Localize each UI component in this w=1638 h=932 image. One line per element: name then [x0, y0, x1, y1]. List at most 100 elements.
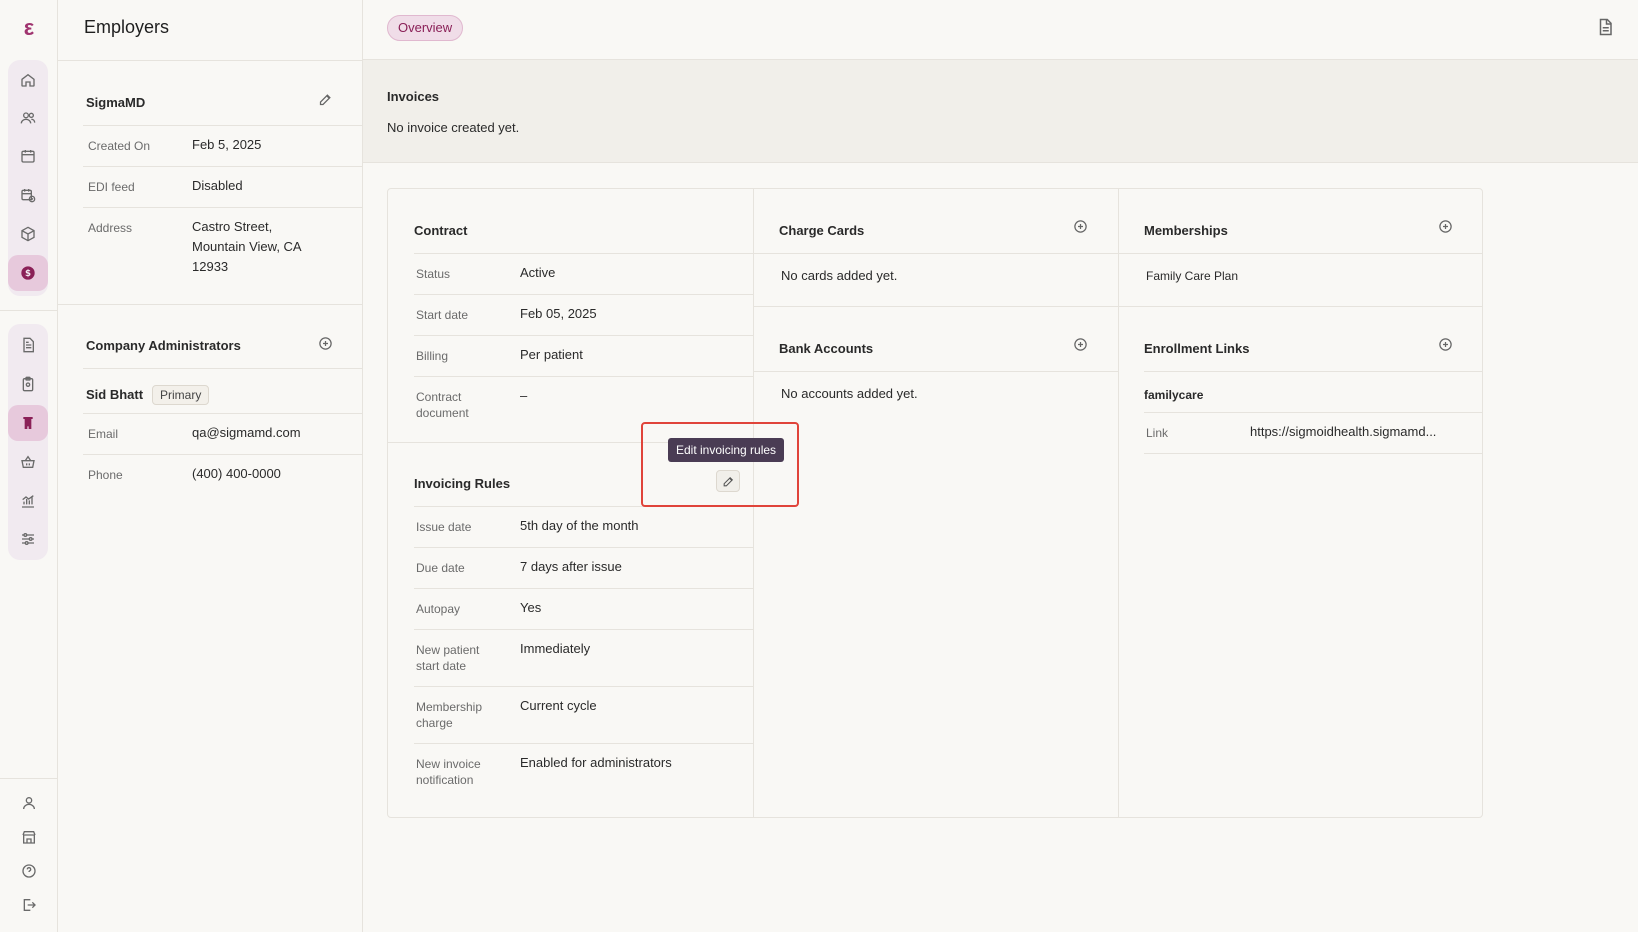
row-divider [1144, 453, 1482, 454]
address-line2: Mountain View, CA [192, 239, 302, 254]
plus-circle-icon [1438, 219, 1452, 233]
enrollment-link-value[interactable]: https://sigmoidhealth.sigmamd... [1250, 422, 1458, 442]
basket-icon[interactable] [8, 444, 48, 480]
row-divider [83, 413, 363, 414]
page-title: Employers [84, 17, 170, 37]
logout-icon[interactable] [9, 887, 49, 923]
billing-label: Billing [416, 349, 449, 363]
created-on-label: Created On [88, 139, 151, 153]
membership-item[interactable]: Family Care Plan [1146, 266, 1238, 286]
email-value: qa@sigmamd.com [192, 425, 301, 440]
row-divider [83, 368, 363, 369]
new-invoice-notification-label-1: New invoice [416, 757, 481, 771]
autopay-label: Autopay [416, 602, 461, 616]
invoices-section: Invoices No invoice created yet. [363, 60, 1638, 163]
package-icon[interactable] [8, 216, 48, 252]
invoices-title: Invoices [387, 89, 440, 104]
address-label: Address [88, 221, 133, 235]
company-admins-title: Company Administrators [86, 338, 241, 353]
clipboard-icon[interactable] [8, 366, 48, 402]
sliders-icon[interactable] [8, 521, 48, 557]
row-divider [754, 371, 1118, 372]
document-icon[interactable] [1596, 18, 1614, 36]
bank-accounts-title: Bank Accounts [779, 341, 874, 356]
plus-circle-icon [1073, 337, 1087, 351]
email-label: Email [88, 427, 119, 441]
add-admin-button[interactable] [316, 334, 334, 352]
row-divider [414, 335, 753, 336]
new-patient-label-2: start date [416, 659, 467, 673]
row-divider [83, 454, 363, 455]
row-divider [754, 253, 1118, 254]
row-divider [414, 547, 753, 548]
issue-date-label: Issue date [416, 520, 472, 534]
new-invoice-notification-label-2: notification [416, 773, 474, 787]
memberships-title: Memberships [1144, 223, 1228, 238]
admin-name: Sid Bhatt [86, 387, 144, 402]
plus-circle-icon [1073, 219, 1087, 233]
add-enrollment-link-button[interactable] [1436, 335, 1454, 353]
plus-circle-icon [318, 336, 332, 350]
issue-date-value: 5th day of the month [520, 518, 639, 533]
membership-charge-label-2: charge [416, 716, 453, 730]
users-icon[interactable] [8, 100, 48, 136]
calendar-icon[interactable] [8, 138, 48, 174]
pencil-icon [319, 93, 331, 105]
contract-document-label-1: Contract [416, 390, 462, 404]
new-invoice-notification-value: Enabled for administrators [520, 755, 672, 770]
membership-charge-value: Current cycle [520, 698, 597, 713]
add-bank-account-button[interactable] [1071, 335, 1089, 353]
enrollment-links-title: Enrollment Links [1144, 341, 1250, 356]
column-divider [1118, 189, 1119, 817]
user-icon[interactable] [9, 785, 49, 821]
tab-overview[interactable]: Overview [387, 15, 464, 41]
file-text-icon[interactable] [8, 327, 48, 363]
svg-text:$: $ [25, 269, 31, 279]
link-label: Link [1146, 426, 1169, 440]
section-divider [1119, 306, 1482, 307]
row-divider [414, 629, 753, 630]
phone-value: (400) 400-0000 [192, 466, 281, 481]
store-icon[interactable] [9, 819, 49, 855]
new-patient-value: Immediately [520, 641, 591, 656]
employer-name: SigmaMD [86, 95, 146, 110]
divider [58, 60, 363, 61]
edi-feed-value: Disabled [192, 178, 243, 193]
add-charge-card-button[interactable] [1071, 217, 1089, 235]
app-logo[interactable]: ε [18, 16, 40, 40]
row-divider [83, 207, 363, 208]
charge-cards-empty-text: No cards added yet. [781, 268, 898, 283]
billing-value: Per patient [520, 347, 583, 362]
rail-divider [0, 310, 58, 311]
add-membership-button[interactable] [1436, 217, 1454, 235]
bank-accounts-empty-text: No accounts added yet. [781, 386, 918, 401]
start-date-value: Feb 05, 2025 [520, 306, 597, 321]
edit-employer-button[interactable] [316, 90, 334, 108]
invoices-empty-text: No invoice created yet. [387, 120, 520, 135]
enrollment-item-name: familycare [1144, 388, 1204, 402]
new-patient-label-1: New patient [416, 643, 480, 657]
phone-label: Phone [88, 468, 123, 482]
building-icon[interactable] [8, 405, 48, 441]
employer-detail-panel: Employers SigmaMD Created On Feb 5, 2025… [58, 0, 363, 932]
dollar-icon[interactable]: $ [8, 255, 48, 291]
help-icon[interactable] [9, 853, 49, 889]
calendar-check-icon[interactable] [8, 177, 48, 213]
row-divider [414, 686, 753, 687]
row-divider [414, 253, 753, 254]
main-content: Overview Invoices No invoice created yet… [363, 0, 1638, 932]
due-date-label: Due date [416, 561, 465, 575]
contract-document-value[interactable]: – [520, 386, 527, 406]
row-divider [414, 294, 753, 295]
top-bar: Overview [363, 0, 1638, 60]
contract-document-label-2: document [416, 406, 469, 420]
edi-feed-label: EDI feed [88, 180, 135, 194]
row-divider [1144, 371, 1482, 372]
chart-icon[interactable] [8, 483, 48, 519]
start-date-label: Start date [416, 308, 469, 322]
row-divider [83, 166, 363, 167]
navigation-rail: ε $ [0, 0, 58, 932]
home-icon[interactable] [8, 62, 48, 98]
charge-cards-title: Charge Cards [779, 223, 865, 238]
row-divider [1144, 412, 1482, 413]
